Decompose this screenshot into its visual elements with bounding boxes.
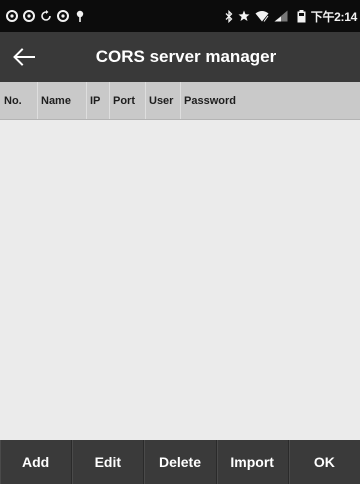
column-header-no[interactable]: No. xyxy=(0,82,38,119)
import-button[interactable]: Import xyxy=(217,440,289,484)
status-bar: 下午2:14 xyxy=(0,0,360,32)
column-header-ip[interactable]: IP xyxy=(87,82,110,119)
page-title: CORS server manager xyxy=(95,47,277,66)
notification-icon xyxy=(22,10,35,23)
column-header-password[interactable]: Password xyxy=(181,82,360,119)
add-button[interactable]: Add xyxy=(0,440,73,484)
location-pin-icon xyxy=(73,10,86,23)
bluetooth-icon xyxy=(225,9,233,23)
star-icon xyxy=(238,10,250,22)
status-notifications xyxy=(0,10,86,23)
server-list[interactable] xyxy=(0,120,360,440)
table-header: No. Name IP Port User Password xyxy=(0,82,360,120)
notification-icon xyxy=(5,10,18,23)
app-bar: CORS server manager xyxy=(0,32,360,82)
wifi-icon xyxy=(255,10,269,22)
sync-icon xyxy=(39,10,52,23)
signal-icon xyxy=(274,10,288,22)
ok-button[interactable]: OK xyxy=(289,440,360,484)
column-header-name[interactable]: Name xyxy=(38,82,87,119)
battery-icon xyxy=(297,9,306,23)
column-header-port[interactable]: Port xyxy=(110,82,146,119)
column-header-user[interactable]: User xyxy=(146,82,181,119)
bottom-toolbar: Add Edit Delete Import OK xyxy=(0,440,360,484)
edit-button[interactable]: Edit xyxy=(72,440,145,484)
delete-button[interactable]: Delete xyxy=(144,440,217,484)
status-time: 下午2:14 xyxy=(310,9,358,24)
notification-icon xyxy=(56,10,69,23)
cors-server-manager-screen: 下午2:14 CORS server manager No. Name IP P… xyxy=(0,0,360,484)
status-system: 下午2:14 xyxy=(225,0,360,32)
